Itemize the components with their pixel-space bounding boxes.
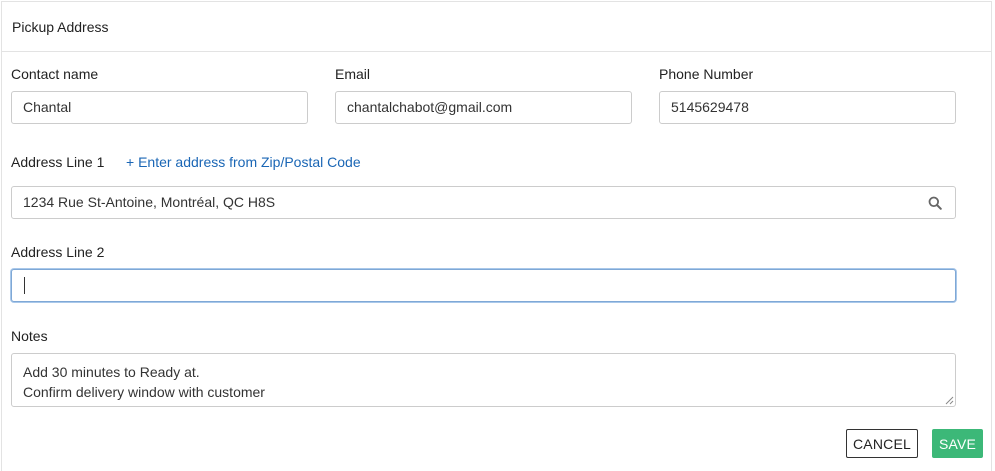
- email-input[interactable]: chantalchabot@gmail.com: [335, 91, 632, 124]
- notes-line: Confirm delivery window with customer: [23, 384, 265, 400]
- address-line2-input[interactable]: [11, 269, 956, 302]
- address-line1-value: 1234 Rue St-Antoine, Montréal, QC H8S: [23, 194, 276, 210]
- notes-label: Notes: [11, 328, 48, 344]
- contact-name-label: Contact name: [11, 66, 99, 82]
- email-label: Email: [335, 66, 371, 82]
- address-line2-label: Address Line 2: [11, 244, 105, 260]
- phone-number-input[interactable]: 5145629478: [659, 91, 956, 124]
- contact-name-input[interactable]: Chantal: [11, 91, 308, 124]
- address-line1-label: Address Line 1: [11, 154, 105, 170]
- notes-textarea[interactable]: Add 30 minutes to Ready at. Confirm deli…: [11, 353, 956, 407]
- address-line1-input[interactable]: 1234 Rue St-Antoine, Montréal, QC H8S: [11, 186, 956, 219]
- phone-number-label: Phone Number: [659, 66, 754, 82]
- search-icon[interactable]: [928, 196, 942, 210]
- notes-line: Add 30 minutes to Ready at.: [23, 364, 200, 380]
- resize-handle-icon[interactable]: [945, 396, 954, 405]
- panel-title: Pickup Address: [2, 2, 991, 52]
- text-caret: [24, 277, 25, 294]
- cancel-button[interactable]: CANCEL: [846, 429, 918, 458]
- save-button[interactable]: SAVE: [932, 429, 983, 458]
- zip-postal-code-link[interactable]: + Enter address from Zip/Postal Code: [126, 154, 361, 170]
